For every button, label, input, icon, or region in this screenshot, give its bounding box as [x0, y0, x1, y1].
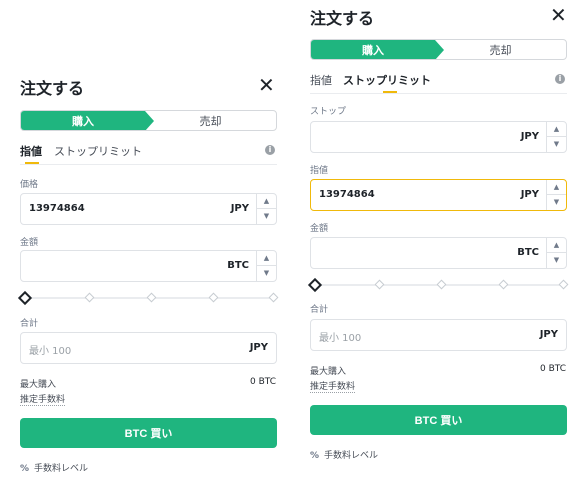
price-input[interactable]: 13974864 JPY ▲ ▼: [20, 193, 277, 225]
info-icon[interactable]: i: [265, 145, 275, 155]
price-stepper[interactable]: ▲ ▼: [256, 194, 276, 224]
increment-icon[interactable]: ▲: [547, 122, 566, 137]
buy-tab[interactable]: 購入: [311, 40, 444, 59]
fee-level-label: 手数料レベル: [34, 464, 89, 474]
decrement-icon[interactable]: ▼: [257, 266, 276, 281]
close-icon[interactable]: ✕: [258, 75, 275, 95]
stop-input[interactable]: JPY ▲ ▼: [310, 121, 567, 153]
amount-label: 金額: [20, 238, 39, 248]
total-placeholder: 最小 100: [319, 333, 362, 344]
slider-step-dot[interactable]: [146, 292, 157, 303]
limit-label: 指値: [310, 166, 329, 176]
increment-icon[interactable]: ▲: [257, 251, 276, 266]
fee-level-link[interactable]: % 手数料レベル: [310, 448, 378, 461]
limit-price-input[interactable]: 13974864 JPY ▲ ▼: [310, 179, 567, 211]
slider-handle[interactable]: [307, 277, 323, 293]
close-icon[interactable]: ✕: [550, 5, 567, 25]
total-input[interactable]: 最小 100 JPY: [310, 319, 567, 351]
total-placeholder: 最小 100: [29, 346, 72, 357]
slider-handle[interactable]: [17, 290, 33, 306]
slider-step-dot[interactable]: [84, 292, 95, 303]
estimated-fee-label[interactable]: 推定手数料: [20, 392, 66, 406]
tab-limit[interactable]: 指値: [310, 72, 332, 88]
max-buy-value: 0 BTC: [250, 377, 277, 387]
decrement-icon[interactable]: ▼: [547, 253, 566, 268]
buy-btc-button[interactable]: BTC 買い: [310, 405, 567, 435]
active-tab-indicator: [383, 91, 397, 93]
order-type-tabs: 指値 ストップリミット i: [20, 143, 277, 165]
fee-level-label: 手数料レベル: [324, 451, 379, 461]
decrement-icon[interactable]: ▼: [257, 209, 276, 224]
sell-tab[interactable]: 売却: [145, 111, 276, 130]
tab-stop-limit[interactable]: ストップリミット: [54, 143, 142, 159]
price-value: 13974864: [29, 203, 85, 214]
amount-stepper[interactable]: ▲ ▼: [256, 251, 276, 281]
amount-input[interactable]: BTC ▲ ▼: [310, 237, 567, 269]
panel-title: 注文する: [310, 9, 375, 28]
stop-stepper[interactable]: ▲ ▼: [546, 122, 566, 152]
total-label: 合計: [20, 319, 39, 329]
price-label: 価格: [20, 180, 39, 190]
increment-icon[interactable]: ▲: [547, 238, 566, 253]
buy-sell-toggle: 購入 売却: [20, 110, 277, 131]
limit-stepper[interactable]: ▲ ▼: [546, 180, 566, 210]
amount-slider[interactable]: [17, 290, 279, 306]
amount-stepper[interactable]: ▲ ▼: [546, 238, 566, 268]
tab-stop-limit[interactable]: ストップリミット: [343, 72, 431, 88]
decrement-icon[interactable]: ▼: [547, 195, 566, 210]
sell-tab[interactable]: 売却: [435, 40, 566, 59]
buy-sell-toggle: 購入 売却: [310, 39, 567, 60]
slider-step-dot[interactable]: [558, 279, 569, 290]
price-unit: JPY: [230, 203, 249, 214]
increment-icon[interactable]: ▲: [257, 194, 276, 209]
decrement-icon[interactable]: ▼: [547, 137, 566, 152]
stop-unit: JPY: [520, 131, 539, 142]
panel-title: 注文する: [20, 79, 85, 98]
amount-unit: BTC: [517, 247, 539, 258]
order-panel-stop-limit: 注文する ✕ 購入 売却 指値 ストップリミット i ストップ JPY ▲ ▼ …: [300, 0, 581, 480]
info-icon[interactable]: i: [555, 74, 565, 84]
slider-step-dot[interactable]: [374, 279, 385, 290]
max-buy-value: 0 BTC: [540, 364, 567, 374]
stop-label: ストップ: [310, 107, 347, 117]
slider-step-dot[interactable]: [436, 279, 447, 290]
amount-label: 金額: [310, 224, 329, 234]
fee-level-link[interactable]: % 手数料レベル: [20, 461, 88, 474]
order-type-tabs: 指値 ストップリミット i: [310, 72, 567, 94]
percent-icon: %: [310, 451, 320, 461]
active-tab-indicator: [25, 162, 39, 164]
amount-input[interactable]: BTC ▲ ▼: [20, 250, 277, 282]
slider-step-dot[interactable]: [498, 279, 509, 290]
total-label: 合計: [310, 305, 329, 315]
estimated-fee-label[interactable]: 推定手数料: [310, 379, 356, 393]
max-buy-label: 最大購入: [20, 380, 57, 390]
buy-tab[interactable]: 購入: [21, 111, 154, 130]
buy-btc-button[interactable]: BTC 買い: [20, 418, 277, 448]
total-input[interactable]: 最小 100 JPY: [20, 332, 277, 364]
amount-unit: BTC: [227, 260, 249, 271]
order-panel-limit: 注文する ✕ 購入 売却 指値 ストップリミット i 価格 13974864 J…: [0, 0, 290, 480]
tab-limit[interactable]: 指値: [20, 143, 42, 159]
total-unit: JPY: [539, 329, 558, 340]
increment-icon[interactable]: ▲: [547, 180, 566, 195]
limit-unit: JPY: [520, 189, 539, 200]
percent-icon: %: [20, 464, 30, 474]
slider-step-dot[interactable]: [268, 292, 279, 303]
slider-step-dot[interactable]: [208, 292, 219, 303]
amount-slider[interactable]: [307, 277, 569, 293]
limit-value: 13974864: [319, 189, 375, 200]
max-buy-label: 最大購入: [310, 367, 347, 377]
total-unit: JPY: [249, 342, 268, 353]
